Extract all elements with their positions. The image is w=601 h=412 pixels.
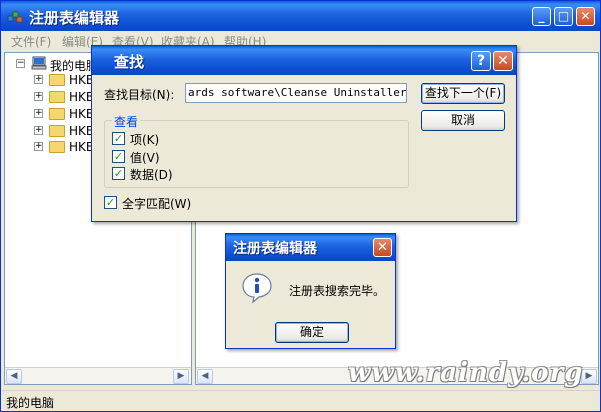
expand-icon[interactable]: + bbox=[34, 109, 43, 118]
msg-title: 注册表编辑器 bbox=[233, 241, 317, 257]
folder-icon bbox=[49, 108, 65, 120]
folder-icon bbox=[49, 141, 65, 153]
watermark: www.raindy.org bbox=[348, 358, 584, 388]
collapse-icon[interactable]: − bbox=[16, 59, 25, 68]
scroll-right-icon[interactable]: ▶ bbox=[173, 369, 189, 384]
folder-icon bbox=[49, 74, 65, 86]
expand-icon[interactable]: + bbox=[34, 75, 43, 84]
expand-icon[interactable]: + bbox=[34, 126, 43, 135]
whole-match-label: 全字匹配(W) bbox=[122, 197, 192, 211]
checkbox-check-icon[interactable]: ✓ bbox=[112, 150, 125, 163]
option-values[interactable]: ✓ 值(V) bbox=[112, 149, 192, 165]
find-close-button[interactable]: ✕ bbox=[493, 51, 513, 71]
option-keys-label: 项(K) bbox=[130, 133, 160, 147]
find-titlebar[interactable]: 查找 ? ✕ bbox=[92, 46, 516, 75]
close-button[interactable]: ✕ bbox=[576, 7, 595, 26]
info-icon bbox=[242, 273, 272, 304]
status-text: 我的电脑 bbox=[6, 396, 55, 410]
checkbox-check-icon[interactable]: ✓ bbox=[112, 167, 125, 180]
find-target-label: 查找目标(N): bbox=[104, 88, 175, 102]
search-complete-dialog: 注册表编辑器 ✕ 注册表搜索完毕。 确定 bbox=[225, 233, 396, 349]
checkbox-check-icon[interactable]: ✓ bbox=[104, 196, 117, 209]
minimize-button[interactable]: _ bbox=[532, 7, 551, 26]
find-title: 查找 bbox=[114, 53, 145, 71]
msg-titlebar[interactable]: 注册表编辑器 ✕ bbox=[226, 234, 395, 261]
menu-file[interactable]: 文件(F) bbox=[11, 33, 51, 50]
scroll-left-icon[interactable]: ◀ bbox=[6, 369, 22, 384]
look-at-group-title: 查看 bbox=[112, 113, 141, 130]
checkbox-check-icon[interactable]: ✓ bbox=[112, 132, 125, 145]
computer-icon bbox=[31, 56, 47, 70]
msg-close-button[interactable]: ✕ bbox=[373, 238, 392, 257]
tree-hscrollbar[interactable]: ◀ ▶ bbox=[5, 367, 191, 384]
msg-text: 注册表搜索完毕。 bbox=[289, 284, 386, 298]
find-next-button[interactable]: 查找下一个(F) bbox=[421, 83, 505, 104]
maximize-button[interactable]: □ bbox=[554, 7, 573, 26]
option-data[interactable]: ✓ 数据(D) bbox=[112, 166, 192, 182]
option-data-label: 数据(D) bbox=[130, 168, 173, 182]
help-button[interactable]: ? bbox=[471, 51, 491, 71]
statusbar: 我的电脑 bbox=[2, 390, 600, 411]
main-titlebar[interactable]: 注册表编辑器 _ □ ✕ bbox=[1, 1, 600, 31]
folder-icon bbox=[49, 91, 65, 103]
main-title: 注册表编辑器 bbox=[29, 9, 120, 27]
cancel-button[interactable]: 取消 bbox=[421, 110, 505, 131]
find-target-input[interactable]: ards software\Cleanse Uninstaller Pro bbox=[185, 83, 407, 103]
folder-icon bbox=[49, 125, 65, 137]
scroll-left-icon[interactable]: ◀ bbox=[197, 369, 213, 384]
regedit-icon bbox=[7, 11, 23, 23]
option-values-label: 值(V) bbox=[130, 151, 160, 165]
option-keys[interactable]: ✓ 项(K) bbox=[112, 131, 192, 147]
expand-icon[interactable]: + bbox=[34, 142, 43, 151]
ok-button[interactable]: 确定 bbox=[275, 322, 349, 343]
look-at-group: 查看 ✓ 项(K) ✓ 值(V) ✓ 数据(D) bbox=[104, 113, 409, 188]
find-dialog: 查找 ? ✕ 查找目标(N): ards software\Cleanse Un… bbox=[91, 45, 517, 222]
expand-icon[interactable]: + bbox=[34, 92, 43, 101]
whole-match-option[interactable]: ✓ 全字匹配(W) bbox=[104, 195, 204, 211]
